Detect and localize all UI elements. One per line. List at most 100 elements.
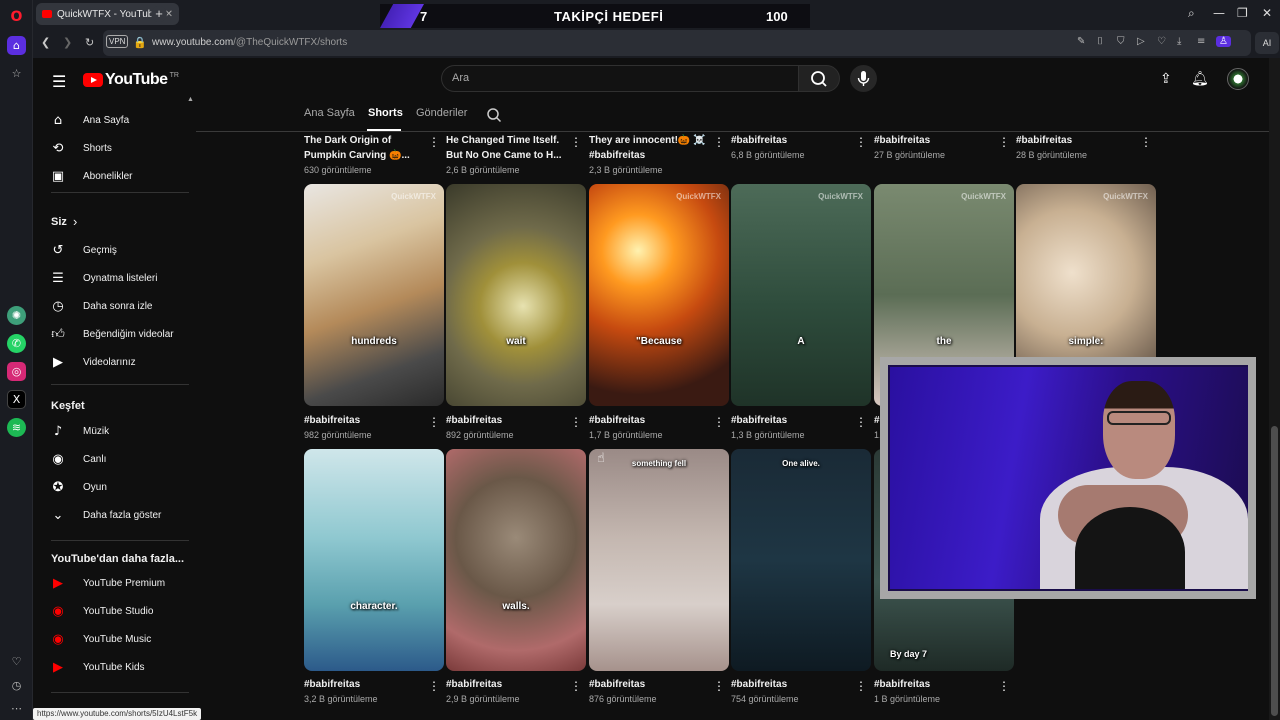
more-vertical-icon[interactable]: ⋮ — [855, 679, 867, 693]
short-title[interactable]: #babifreitas — [874, 677, 996, 692]
tab-shorts[interactable]: Shorts — [368, 107, 403, 119]
x-twitter-icon[interactable]: X — [7, 390, 26, 409]
edit-icon[interactable]: ✎ — [1077, 36, 1085, 47]
camera-icon[interactable]: ⌷ — [1097, 36, 1103, 47]
notifications-bell-icon[interactable]: 🔔︎ — [1191, 71, 1209, 87]
short-title[interactable]: #babifreitas — [304, 413, 426, 428]
short-thumbnail[interactable]: QuickWTFX hundreds — [304, 184, 444, 406]
aria-ai-button[interactable]: AI — [1255, 32, 1279, 54]
history-clock-icon[interactable]: ◷ — [7, 676, 26, 695]
account-avatar[interactable] — [1227, 68, 1249, 90]
sidebar-item-ana-sayfa[interactable]: ⌂ Ana Sayfa — [33, 107, 189, 133]
more-vertical-icon[interactable]: ⋮ — [428, 679, 440, 693]
sidebar-item-daha-fazla-göster[interactable]: ⌄ Daha fazla göster — [33, 502, 189, 528]
sidebar-item-youtube-music[interactable]: ◉ YouTube Music — [33, 626, 189, 652]
spotify-icon[interactable]: ≋ — [7, 418, 26, 437]
more-vertical-icon[interactable]: ⋮ — [428, 415, 440, 429]
forward-icon[interactable]: ❯ — [63, 36, 72, 49]
sidebar-item-youtube-kids[interactable]: ▶ YouTube Kids — [33, 654, 189, 680]
short-thumbnail[interactable]: One alive. — [731, 449, 871, 671]
more-vertical-icon[interactable]: ⋮ — [855, 415, 867, 429]
whatsapp-icon[interactable]: ✆ — [7, 334, 26, 353]
sidebar-item-müzik[interactable]: ♪ Müzik — [33, 418, 189, 444]
close-window-icon[interactable]: ✕ — [1262, 6, 1272, 20]
menu-lines-icon[interactable]: ≡ — [1197, 36, 1205, 47]
new-tab-button[interactable]: + — [151, 6, 167, 22]
short-title[interactable]: The Dark Origin of Pumpkin Carving 🎃... — [304, 133, 426, 163]
search-input[interactable]: Ara — [441, 65, 798, 92]
more-vertical-icon[interactable]: ⋮ — [855, 135, 867, 149]
short-thumbnail[interactable]: QuickWTFX A — [731, 184, 871, 406]
search-button[interactable] — [798, 65, 840, 92]
short-title[interactable]: #babifreitas — [446, 413, 568, 428]
short-title[interactable]: #babifreitas — [731, 413, 853, 428]
sidebar-item-daha-sonra-izle[interactable]: ◷ Daha sonra izle — [33, 293, 189, 319]
short-title[interactable]: #babifreitas — [731, 677, 853, 692]
sidebar-item-youtube-premium[interactable]: ▶ YouTube Premium — [33, 570, 189, 596]
more-dots-icon[interactable]: ⋯ — [7, 699, 26, 718]
url-text[interactable]: www.youtube.com/@TheQuickWTFX/shorts — [152, 37, 347, 48]
short-title[interactable]: #babifreitas — [589, 677, 711, 692]
maximize-icon[interactable]: ❐ — [1237, 6, 1248, 20]
page-scrollbar[interactable] — [1269, 58, 1280, 720]
chatgpt-icon[interactable]: ✺ — [7, 306, 26, 325]
vpn-badge[interactable]: VPN — [106, 35, 129, 48]
home-icon[interactable]: ⌂ — [7, 36, 26, 55]
short-thumbnail[interactable]: walls. — [446, 449, 586, 671]
more-vertical-icon[interactable]: ⋮ — [1140, 135, 1152, 149]
more-vertical-icon[interactable]: ⋮ — [570, 135, 582, 149]
short-title[interactable]: #babifreitas — [731, 133, 853, 148]
sidebar-item-videolarınız[interactable]: ▶ Videolarınız — [33, 349, 189, 375]
profile-icon[interactable]: ♙ — [1216, 36, 1231, 47]
upload-icon[interactable]: ⇪ — [1160, 71, 1172, 87]
short-title[interactable]: #babifreitas — [1016, 133, 1138, 148]
play-icon[interactable]: ▷ — [1137, 36, 1145, 47]
short-title[interactable]: He Changed Time Itself. But No One Came … — [446, 133, 568, 163]
more-vertical-icon[interactable]: ⋮ — [713, 679, 725, 693]
opera-logo-icon[interactable]: O — [7, 7, 26, 26]
youtube-logo[interactable]: YouTube TR — [83, 71, 179, 89]
more-vertical-icon[interactable]: ⋮ — [998, 679, 1010, 693]
more-vertical-icon[interactable]: ⋮ — [570, 415, 582, 429]
more-vertical-icon[interactable]: ⋮ — [428, 135, 440, 149]
short-thumbnail[interactable]: wait — [446, 184, 586, 406]
sidebar-item-oynatma-listeleri[interactable]: ☰ Oynatma listeleri — [33, 265, 189, 291]
back-icon[interactable]: ❮ — [41, 36, 50, 49]
tab-posts[interactable]: Gönderiler — [416, 107, 467, 119]
search-tabs-icon[interactable]: ⌕ — [1188, 6, 1195, 21]
sidebar-item-abonelikler[interactable]: ▣ Abonelikler — [33, 163, 189, 189]
sidebar-item-canlı[interactable]: ◉ Canlı — [33, 446, 189, 472]
chevron-right-icon[interactable]: › — [73, 214, 77, 229]
sidebar-item-youtube-studio[interactable]: ◉ YouTube Studio — [33, 598, 189, 624]
short-title[interactable]: They are innocent!🎃 ☠️ #babifreitas — [589, 133, 711, 163]
section-title-you[interactable]: Siz — [51, 216, 67, 228]
more-vertical-icon[interactable]: ⋮ — [998, 135, 1010, 149]
more-vertical-icon[interactable]: ⋮ — [713, 415, 725, 429]
sidebar-item-oyun[interactable]: ✪ Oyun — [33, 474, 189, 500]
instagram-icon[interactable]: ◎ — [7, 362, 26, 381]
sidebar-item-shorts[interactable]: ⟲ Shorts — [33, 135, 189, 161]
short-thumbnail[interactable]: something fell — [589, 449, 729, 671]
download-icon[interactable]: ⤓ — [1177, 36, 1181, 47]
short-title[interactable]: #babifreitas — [874, 133, 996, 148]
tab-home[interactable]: Ana Sayfa — [304, 107, 355, 119]
short-title[interactable]: #babifreitas — [446, 677, 568, 692]
short-thumbnail[interactable]: character. — [304, 449, 444, 671]
channel-search-icon[interactable] — [486, 107, 502, 123]
heart-icon[interactable]: ♡ — [7, 652, 26, 671]
short-title[interactable]: #babifreitas — [589, 413, 711, 428]
scrollbar-thumb[interactable] — [1271, 426, 1278, 716]
short-thumbnail[interactable]: QuickWTFX "Because — [589, 184, 729, 406]
short-title[interactable]: #babifreitas — [304, 677, 426, 692]
more-vertical-icon[interactable]: ⋮ — [713, 135, 725, 149]
hamburger-menu-icon[interactable]: ☰ — [52, 72, 66, 91]
minimize-icon[interactable]: — — [1213, 6, 1225, 20]
heart-outline-icon[interactable]: ♡ — [1157, 36, 1166, 47]
reload-icon[interactable]: ↻ — [85, 36, 94, 49]
sidebar-item-geçmiş[interactable]: ↺ Geçmiş — [33, 237, 189, 263]
voice-search-button[interactable] — [850, 65, 877, 92]
star-icon[interactable]: ☆ — [7, 64, 26, 83]
shield-icon[interactable]: ⛉ — [1117, 36, 1125, 47]
sidebar-item-beğendiğim-videolar[interactable]: 👍︎ Beğendiğim videolar — [33, 321, 189, 347]
more-vertical-icon[interactable]: ⋮ — [570, 679, 582, 693]
